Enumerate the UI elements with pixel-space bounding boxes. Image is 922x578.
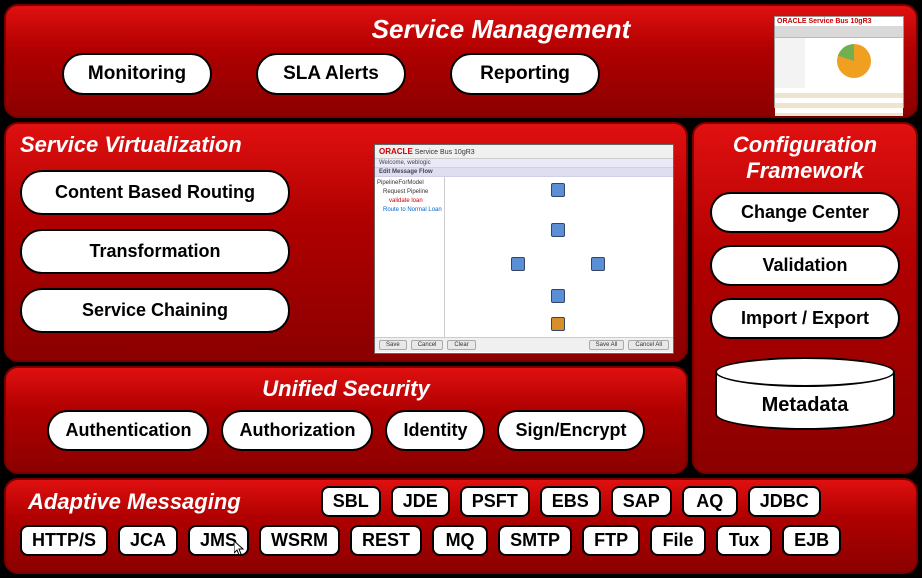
chip-sbl: SBL (321, 486, 381, 517)
chip-jdbc: JDBC (748, 486, 821, 517)
tree-item: PipelineForModel (377, 179, 442, 188)
chip-tux: Tux (716, 525, 772, 556)
tree-item: validate loan (377, 197, 442, 206)
flow-node-icon (585, 257, 611, 279)
flow-node-icon (505, 257, 531, 279)
app-product: Service Bus 10gR3 (415, 149, 475, 156)
pie-chart-icon (837, 44, 871, 78)
app-welcome: Welcome, weblogic (379, 160, 431, 166)
chip-sap: SAP (611, 486, 672, 517)
configuration-framework-panel: Configuration Framework Change Center Va… (692, 122, 918, 474)
chip-mq: MQ (432, 525, 488, 556)
adaptive-messaging-title: Adaptive Messaging (20, 489, 241, 515)
flow-node-icon (545, 289, 571, 311)
chip-jms-label: JMS (200, 530, 237, 551)
app-btn: Save All (589, 340, 625, 350)
tree-item: Request Pipeline (377, 188, 442, 197)
chip-file: File (650, 525, 706, 556)
pill-service-chaining: Service Chaining (20, 288, 290, 333)
app-btn: Cancel (411, 340, 444, 350)
unified-security-panel: Unified Security Authentication Authoriz… (4, 366, 688, 474)
chip-https: HTTP/S (20, 525, 108, 556)
flow-node-icon (545, 317, 571, 339)
metadata-store-icon: Metadata (715, 357, 895, 430)
pill-monitoring: Monitoring (62, 53, 212, 95)
chip-aq: AQ (682, 486, 738, 517)
thumb-brand: ORACLE Service Bus 10gR3 (775, 17, 903, 26)
dashboard-thumbnail: ORACLE Service Bus 10gR3 (774, 16, 904, 108)
pill-identity: Identity (385, 410, 485, 451)
chip-wsrm: WSRM (259, 525, 340, 556)
configuration-framework-items: Change Center Validation Import / Export (708, 192, 902, 339)
app-btn: Cancel All (628, 340, 669, 350)
service-virtualization-panel: Service Virtualization Content Based Rou… (4, 122, 688, 362)
unified-security-items: Authentication Authorization Identity Si… (20, 410, 672, 451)
flow-node-icon (545, 183, 571, 205)
pill-validation: Validation (710, 245, 900, 286)
metadata-label: Metadata (762, 394, 849, 417)
pill-sign-encrypt: Sign/Encrypt (497, 410, 644, 451)
app-tree: PipelineForModel Request Pipeline valida… (375, 177, 445, 337)
service-management-panel: Service Management Monitoring SLA Alerts… (4, 4, 918, 118)
pill-authentication: Authentication (47, 410, 209, 451)
app-btn: Clear (447, 340, 475, 350)
chip-psft: PSFT (460, 486, 530, 517)
cf-title-line2: Framework (746, 158, 863, 183)
app-section: Edit Message Flow (379, 169, 433, 175)
pill-transformation: Transformation (20, 229, 290, 274)
service-virtualization-items: Content Based Routing Transformation Ser… (20, 170, 290, 333)
pill-authorization: Authorization (221, 410, 373, 451)
chip-ebs: EBS (540, 486, 601, 517)
chip-smtp: SMTP (498, 525, 572, 556)
chip-jca: JCA (118, 525, 178, 556)
chip-rest: REST (350, 525, 422, 556)
flow-canvas (445, 177, 673, 337)
flow-node-icon (545, 223, 571, 245)
chip-ftp: FTP (582, 525, 640, 556)
chip-ejb: EJB (782, 525, 841, 556)
chip-jde: JDE (391, 486, 450, 517)
configuration-framework-title: Configuration Framework (708, 132, 902, 184)
pill-import-export: Import / Export (710, 298, 900, 339)
adaptive-messaging-panel: Adaptive Messaging SBL JDE PSFT EBS SAP … (4, 478, 918, 574)
app-footer-buttons: Save Cancel Clear Save All Cancel All (375, 337, 673, 352)
chip-jms: JMS (188, 525, 249, 556)
unified-security-title: Unified Security (20, 376, 672, 402)
pill-content-based-routing: Content Based Routing (20, 170, 290, 215)
app-brand: ORACLE (379, 147, 413, 156)
pill-sla-alerts: SLA Alerts (256, 53, 406, 95)
pill-reporting: Reporting (450, 53, 600, 95)
cf-title-line1: Configuration (733, 132, 877, 157)
pill-change-center: Change Center (710, 192, 900, 233)
app-btn: Save (379, 340, 407, 350)
message-flow-screenshot: ORACLE Service Bus 10gR3 Welcome, weblog… (374, 144, 674, 354)
tree-item: Route to Normal Loan Proce (377, 206, 442, 215)
